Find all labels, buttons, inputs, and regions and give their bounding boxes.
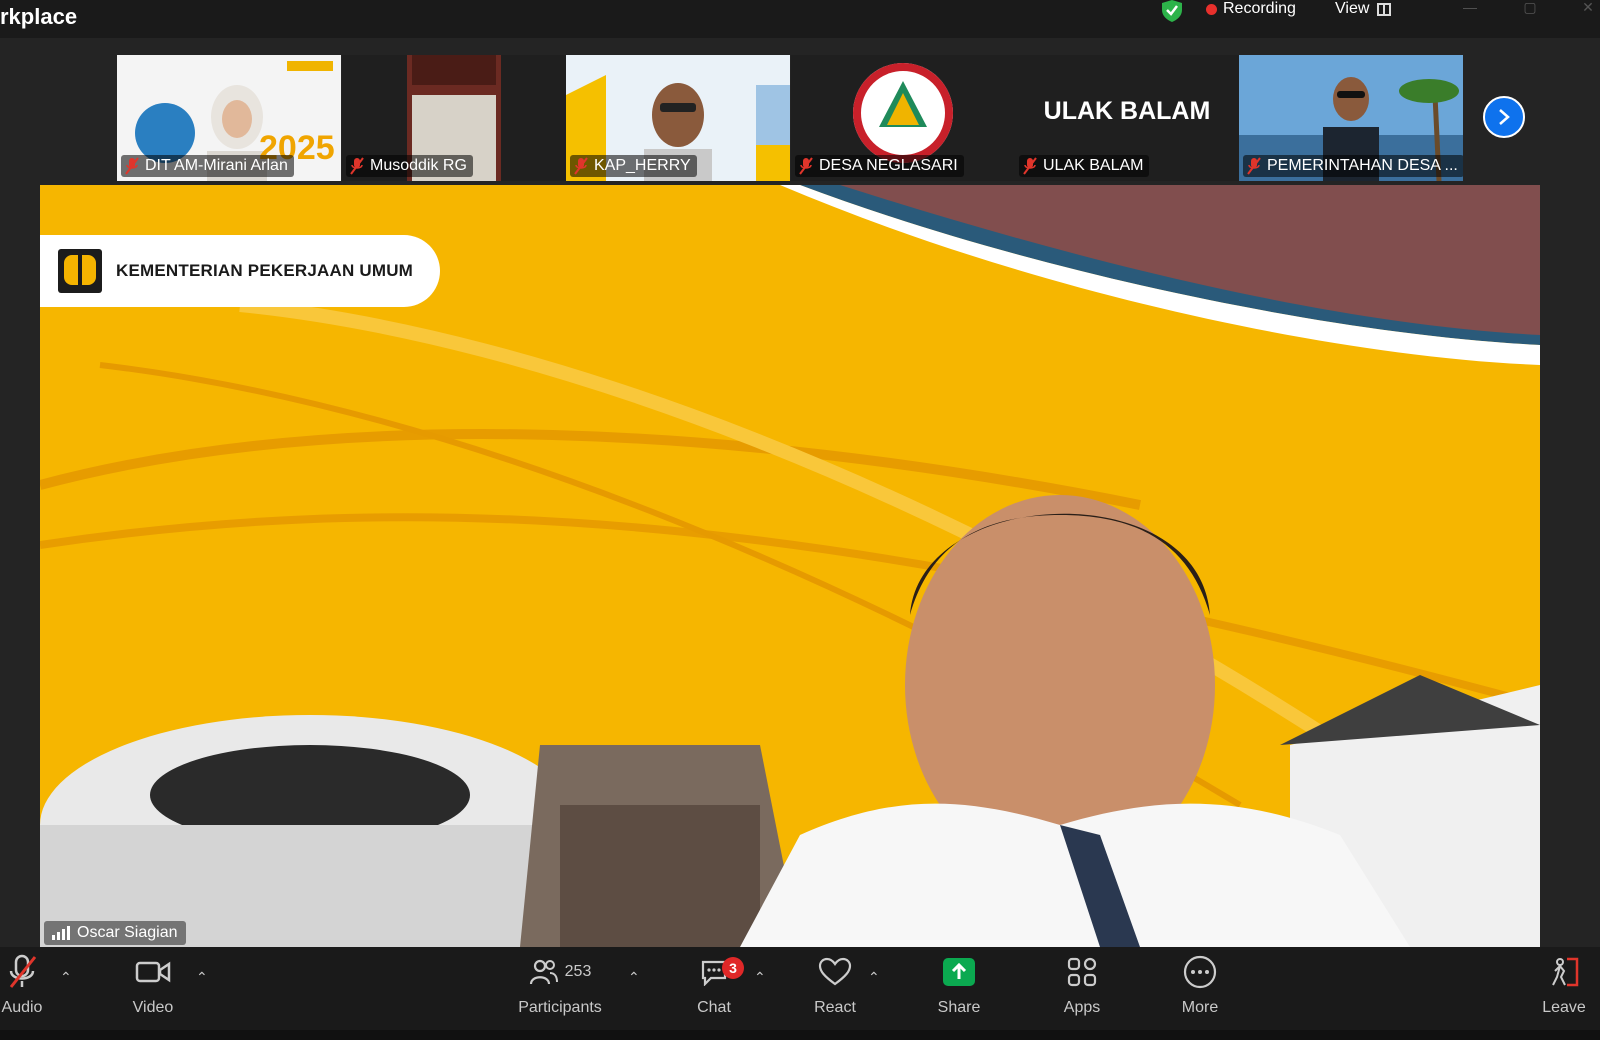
participant-display-name: ULAK BALAM (1043, 97, 1211, 125)
video-options-chevron-up-icon[interactable]: ⌃ (196, 969, 208, 986)
participant-tile[interactable]: 2025 DIT AM-Mirani Arlan (117, 55, 341, 181)
apps-icon (1067, 957, 1097, 987)
bottom-divider (0, 1030, 1600, 1040)
participants-button[interactable]: 253 Participants (512, 947, 608, 1030)
mic-muted-icon (9, 954, 37, 988)
meeting-toolbar: Audio ⌃ Video ⌃ 253 Participants ⌃ Chat … (0, 947, 1600, 1030)
participant-name-label: KAP_HERRY (570, 155, 697, 177)
apps-button[interactable]: Apps (1058, 947, 1106, 1030)
view-grid-icon (1377, 2, 1392, 16)
participant-name-label: PEMERINTAHAN DESA ... (1243, 155, 1463, 177)
participants-count: 253 (564, 963, 592, 980)
mic-muted-icon (350, 157, 364, 175)
participant-name-label: DIT AM-Mirani Arlan (121, 155, 294, 177)
participant-strip: 2025 DIT AM-Mirani Arlan Musoddik RG KAP… (0, 40, 1600, 185)
participant-tile[interactable]: DESA NEGLASARI (791, 55, 1015, 181)
mic-muted-icon (1247, 157, 1261, 175)
leave-button[interactable]: Leave (1540, 947, 1588, 1030)
view-label: View (1335, 0, 1370, 17)
mic-muted-icon (574, 157, 588, 175)
participant-name-label: ULAK BALAM (1019, 155, 1150, 177)
more-dots-icon (1183, 955, 1217, 989)
participant-name-label: Musoddik RG (346, 155, 473, 177)
participant-tile[interactable]: KAP_HERRY (566, 55, 790, 181)
ministry-banner-text: KEMENTERIAN PEKERJAAN UMUM (116, 261, 414, 280)
minimize-icon[interactable]: — (1450, 0, 1490, 20)
signal-strength-icon (52, 926, 70, 940)
next-page-button[interactable] (1483, 96, 1525, 138)
leave-icon (1552, 957, 1579, 987)
video-button[interactable]: Video (122, 947, 184, 1030)
close-icon[interactable]: ✕ (1568, 0, 1600, 20)
recording-indicator[interactable]: Recording (1206, 0, 1296, 18)
title-bar: rkplace Recording View — ▢ ✕ (0, 0, 1600, 38)
chevron-right-icon (1499, 109, 1510, 125)
shield-check-icon[interactable] (1160, 0, 1184, 22)
participant-name-label: DESA NEGLASARI (795, 155, 964, 177)
more-button[interactable]: More (1180, 947, 1220, 1030)
participant-tile[interactable]: ULAK BALAM ULAK BALAM (1015, 55, 1239, 181)
speaker-name-label: Oscar Siagian (44, 921, 186, 945)
react-options-chevron-up-icon[interactable]: ⌃ (868, 969, 880, 986)
chat-unread-badge: 3 (722, 957, 744, 979)
main-speaker-video[interactable]: KEMENTERIAN PEKERJAAN UMUM Oscar Siagian (40, 185, 1540, 947)
maximize-icon[interactable]: ▢ (1510, 0, 1550, 20)
share-button[interactable]: Share (933, 947, 985, 1030)
audio-button[interactable]: Audio (0, 947, 44, 1030)
video-camera-icon (135, 961, 171, 983)
participants-icon (529, 959, 558, 985)
ministry-banner: KEMENTERIAN PEKERJAAN UMUM (40, 235, 440, 307)
mic-muted-icon (1023, 157, 1037, 175)
mic-muted-icon (799, 157, 813, 175)
participant-tile[interactable]: PEMERINTAHAN DESA ... (1239, 55, 1463, 181)
audio-options-chevron-up-icon[interactable]: ⌃ (60, 969, 72, 986)
app-title: rkplace (0, 4, 78, 29)
chat-options-chevron-up-icon[interactable]: ⌃ (754, 969, 766, 986)
react-button[interactable]: React (810, 947, 860, 1030)
recording-dot-icon (1206, 3, 1217, 15)
recording-label: Recording (1223, 0, 1296, 17)
participant-tile[interactable]: Musoddik RG (342, 55, 566, 181)
view-button[interactable]: View (1335, 0, 1392, 18)
participants-options-chevron-up-icon[interactable]: ⌃ (628, 969, 640, 986)
mic-muted-icon (125, 157, 139, 175)
heart-icon (818, 957, 852, 986)
ministry-logo-icon (58, 249, 102, 293)
share-screen-icon (943, 958, 975, 986)
